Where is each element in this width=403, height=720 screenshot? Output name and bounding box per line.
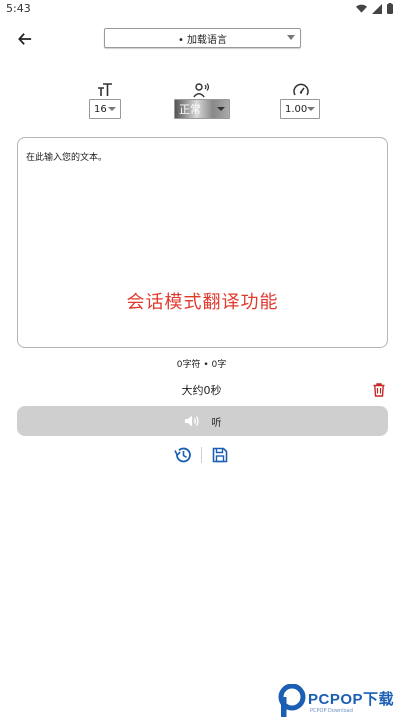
history-icon <box>174 447 191 463</box>
pcpop-logo <box>278 684 306 717</box>
voice-value: 正常 <box>179 103 201 116</box>
status-icons <box>356 3 393 14</box>
save-icon <box>212 447 228 463</box>
speed-gauge-icon <box>292 82 310 98</box>
status-bar: 5:43 <box>0 0 403 22</box>
watermark-subtext: PCPOP Download <box>310 708 353 714</box>
watermark: PCPOP下载 PCPOP Download <box>278 682 403 720</box>
voice-select[interactable]: 正常 <box>174 99 230 119</box>
listen-button[interactable]: 听 <box>17 406 388 436</box>
speed-select[interactable]: 1.00 <box>280 99 320 119</box>
language-select[interactable]: • 加载语言 <box>104 28 301 48</box>
save-button[interactable] <box>210 445 230 465</box>
wifi-icon <box>356 4 367 13</box>
speaker-icon <box>184 415 199 427</box>
voice-icon <box>193 82 211 98</box>
speed-value: 1.00 <box>285 103 308 115</box>
chevron-down-icon <box>217 107 225 111</box>
history-button[interactable] <box>173 445 193 465</box>
bottom-actions <box>0 445 403 465</box>
delete-button[interactable] <box>371 381 387 399</box>
language-select-value: • 加载语言 <box>177 34 228 46</box>
signal-icon <box>372 3 382 14</box>
font-size-icon <box>96 82 114 98</box>
trash-icon <box>373 383 385 397</box>
chevron-down-icon <box>287 35 295 40</box>
feature-caption: 会话模式翻译功能 <box>126 292 279 313</box>
font-size-select[interactable]: 16 <box>89 99 121 119</box>
chevron-down-icon <box>307 107 315 111</box>
text-input-placeholder: 在此输入您的文本。 <box>26 153 108 163</box>
chevron-down-icon <box>108 107 116 111</box>
back-button[interactable] <box>14 28 36 50</box>
arrow-left-icon <box>18 33 32 45</box>
watermark-text: PCPOP下载 <box>308 691 395 708</box>
battery-icon <box>387 3 393 14</box>
status-time: 5:43 <box>6 2 31 15</box>
listen-button-label: 听 <box>211 417 222 429</box>
duration-estimate: 大约0秒 <box>181 384 222 397</box>
text-input-area[interactable]: 在此输入您的文本。 会话模式翻译功能 <box>17 137 388 348</box>
character-word-count: 0字符 • 0字 <box>176 360 227 370</box>
divider <box>201 447 202 463</box>
font-size-value: 16 <box>94 103 107 115</box>
